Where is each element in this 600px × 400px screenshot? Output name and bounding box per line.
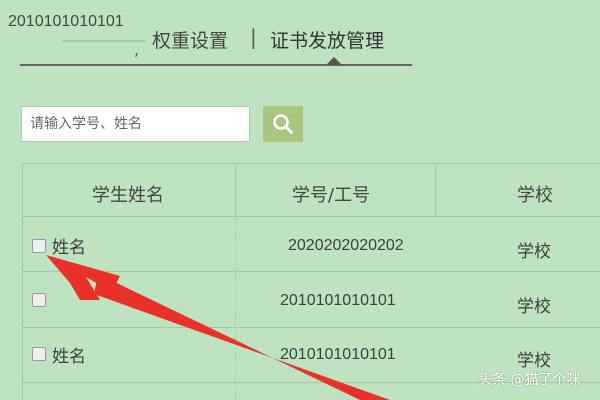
arrow-shaft	[94, 274, 390, 400]
red-arrow-annotation	[46, 255, 390, 400]
watermark-text: 头条 @猫了个咪	[478, 372, 581, 388]
